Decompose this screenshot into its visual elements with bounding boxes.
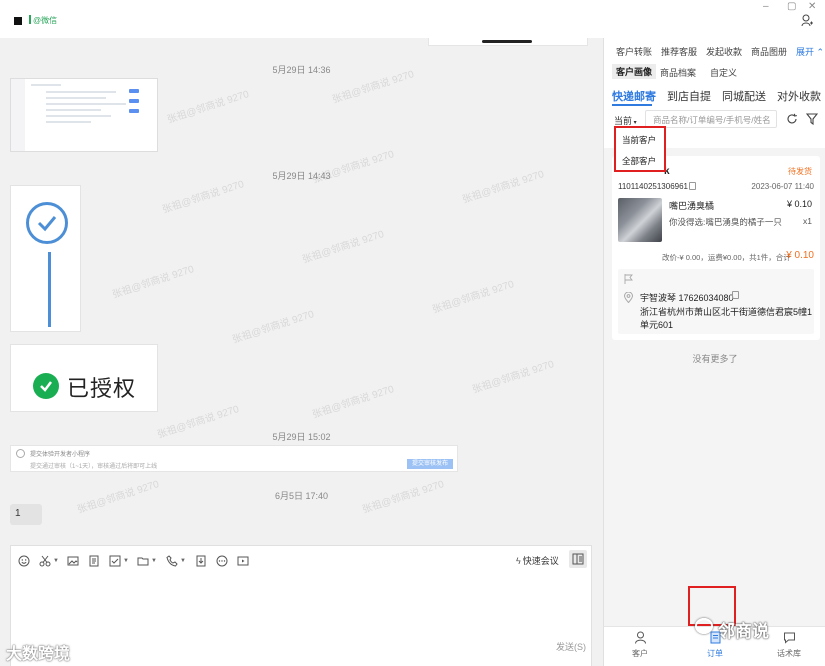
send-button[interactable]: 发送(S) bbox=[556, 640, 586, 653]
add-user-icon[interactable] bbox=[801, 14, 813, 27]
maximize-button[interactable]: ▢ bbox=[787, 1, 796, 12]
copy-icon[interactable] bbox=[732, 291, 739, 299]
order-total: ¥ 0.10 bbox=[786, 250, 814, 261]
nav-product-album[interactable]: 商品图册 bbox=[751, 45, 787, 58]
app-name: @微信 bbox=[29, 15, 57, 26]
order-summary: 改价-¥ 0.00，运费¥0.00，共1件，合计 bbox=[662, 253, 791, 262]
more-icon[interactable] bbox=[216, 554, 228, 568]
product-quantity: x1 bbox=[803, 216, 812, 226]
close-button[interactable]: ✕ bbox=[808, 1, 816, 12]
progress-line bbox=[48, 252, 51, 327]
watermark: 张祖@邻商说 9270 bbox=[301, 229, 386, 266]
screenshot-image[interactable] bbox=[10, 78, 158, 152]
progress-image[interactable] bbox=[10, 185, 81, 332]
previous-message-card bbox=[428, 38, 588, 46]
scissors-icon[interactable]: ▼ bbox=[39, 554, 59, 568]
lightning-icon: ϟ bbox=[516, 556, 521, 566]
tab-product-archive[interactable]: 商品档案 bbox=[660, 66, 696, 79]
filter-icon[interactable] bbox=[805, 113, 819, 126]
chat-area[interactable]: 张祖@邻商说 9270 张祖@邻商说 9270 张祖@邻商说 9270 张祖@邻… bbox=[0, 38, 603, 666]
mini-card-subtitle: 提交通过审核（1~1天），审核通过后将即可上线 bbox=[30, 464, 158, 470]
product-price: ¥ 0.10 bbox=[786, 199, 812, 209]
nav-initiate-payment[interactable]: 发起收款 bbox=[706, 45, 742, 58]
sidebar-toggle-icon[interactable] bbox=[569, 550, 587, 568]
product-name: 嘴巴湧臭橘 bbox=[669, 201, 715, 211]
message-input[interactable]: ▼ ▼ ▼ ▼ ϟ 快速会议 发送(S) bbox=[10, 545, 592, 666]
check-circle-icon bbox=[26, 202, 68, 244]
title-bar: @微信 – ▢ ✕ bbox=[0, 0, 825, 38]
copy-icon[interactable] bbox=[689, 182, 696, 190]
mini-card-title: 提交体验开发者小程序 bbox=[30, 452, 91, 458]
minimize-button[interactable]: – bbox=[763, 1, 769, 12]
tab-external-payment[interactable]: 对外收款 bbox=[777, 88, 821, 104]
chevron-up-icon: ⌃ bbox=[814, 47, 825, 57]
authorized-image[interactable]: 已授权 bbox=[10, 344, 158, 412]
mini-program-card[interactable]: 提交体验开发者小程序 提交通过审核（1~1天），审核通过后将即可上线 提交审核发… bbox=[10, 445, 458, 472]
active-tab-indicator bbox=[612, 104, 652, 106]
brand-overlay: 邻商说 bbox=[718, 622, 769, 641]
customer-filter-dropdown: 当前客户 全部客户 bbox=[614, 126, 666, 172]
nav-customer-transfer[interactable]: 客户转账 bbox=[616, 45, 652, 58]
nav-customer[interactable]: 客户 bbox=[615, 631, 665, 659]
watermark: 张祖@邻商说 9270 bbox=[231, 309, 316, 346]
person-icon bbox=[634, 631, 646, 644]
watermark: 张祖@邻商说 9270 bbox=[311, 384, 396, 421]
refresh-icon[interactable] bbox=[786, 113, 798, 125]
tab-customer-profile[interactable]: 客户画像 bbox=[612, 64, 657, 79]
phone-icon[interactable]: ▼ bbox=[166, 554, 186, 568]
address-line-1: 浙江省杭州市萧山区北干街道德信君宸5幢1 bbox=[640, 307, 813, 317]
option-all-customers[interactable]: 全部客户 bbox=[622, 155, 656, 167]
template-icon[interactable] bbox=[195, 554, 207, 568]
order-panel: 客户转账 推荐客服 发起收款 商品图册 展开 ⌃ 客户画像 商品档案 自定义 快… bbox=[603, 38, 825, 666]
flag-icon[interactable] bbox=[624, 273, 634, 284]
order-date: 2023-06-07 11:40 bbox=[751, 182, 814, 191]
authorized-label: 已授权 bbox=[67, 376, 137, 401]
task-icon[interactable]: ▼ bbox=[109, 554, 129, 568]
quick-meeting-button[interactable]: ϟ 快速会议 bbox=[516, 554, 559, 567]
video-icon[interactable] bbox=[237, 554, 249, 568]
image-icon[interactable] bbox=[67, 554, 79, 568]
watermark: 张祖@邻商说 9270 bbox=[111, 264, 196, 301]
emoji-icon[interactable] bbox=[18, 554, 30, 568]
expand-button[interactable]: 展开 ⌃ bbox=[796, 45, 824, 58]
timestamp: 5月29日 14:43 bbox=[272, 171, 331, 181]
tab-local-delivery[interactable]: 同城配送 bbox=[722, 88, 766, 104]
order-id: 1101140251306961 bbox=[618, 182, 688, 191]
brand-watermark: 大数跨境 bbox=[6, 646, 71, 663]
timestamp: 5月29日 14:36 bbox=[272, 65, 331, 75]
order-card[interactable]: k 待发货 1101140251306961 2023-06-07 11:40 … bbox=[612, 156, 820, 340]
timestamp: 5月29日 15:02 bbox=[272, 432, 331, 442]
option-current-customer[interactable]: 当前客户 bbox=[622, 134, 656, 146]
watermark: 张祖@邻商说 9270 bbox=[471, 359, 556, 396]
tab-store-pickup[interactable]: 到店自提 bbox=[667, 88, 711, 104]
message-bubble[interactable]: 1 bbox=[10, 504, 42, 525]
chat-bubble-icon bbox=[783, 632, 795, 644]
info-icon bbox=[16, 449, 25, 458]
check-icon bbox=[33, 373, 59, 399]
address-line-2: 单元601 bbox=[640, 320, 674, 330]
recipient-contact: 宇智波琴 17626034080 bbox=[640, 293, 734, 303]
nav-script-library[interactable]: 话术库 bbox=[764, 631, 814, 659]
product-image bbox=[618, 198, 662, 242]
product-spec: 你没得选:嘴巴湧臭的橘子一只 bbox=[669, 217, 782, 227]
app-logo-icon bbox=[14, 17, 22, 25]
brand-logo-icon bbox=[695, 618, 713, 634]
document-icon[interactable] bbox=[88, 554, 100, 568]
tab-express-mail[interactable]: 快递邮寄 bbox=[612, 88, 656, 104]
address-box: 宇智波琴 17626034080 浙江省杭州市萧山区北干街道德信君宸5幢1 单元… bbox=[618, 269, 814, 334]
location-pin-icon bbox=[623, 291, 634, 304]
submit-review-button[interactable]: 提交审核发布 bbox=[407, 459, 453, 469]
tab-custom[interactable]: 自定义 bbox=[710, 66, 737, 79]
no-more-label: 没有更多了 bbox=[692, 354, 738, 364]
watermark: 张祖@邻商说 9270 bbox=[166, 89, 251, 126]
watermark: 张祖@邻商说 9270 bbox=[431, 279, 516, 316]
timestamp: 6月5日 17:40 bbox=[274, 491, 329, 501]
bottom-nav: 客户 订单 话术库 bbox=[604, 626, 825, 666]
nav-recommend-service[interactable]: 推荐客服 bbox=[661, 45, 697, 58]
folder-icon[interactable]: ▼ bbox=[137, 554, 157, 568]
order-status-badge: 待发货 bbox=[788, 167, 812, 176]
